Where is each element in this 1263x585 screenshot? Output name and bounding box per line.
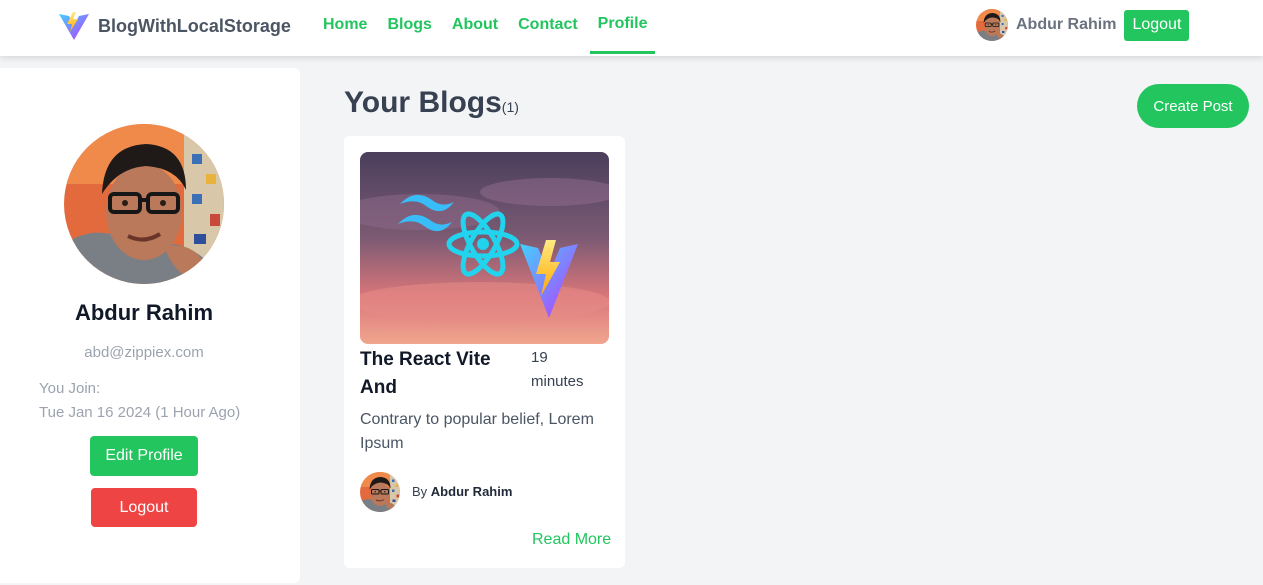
top-navbar: BlogWithLocalStorage Home Blogs About Co… bbox=[0, 0, 1263, 56]
nav-username: Abdur Rahim bbox=[1016, 16, 1117, 33]
main-nav: Home Blogs About Contact Profile bbox=[323, 0, 675, 56]
read-more-link[interactable]: Read More bbox=[532, 531, 611, 549]
profile-email: abd@zippiex.com bbox=[84, 344, 204, 361]
blog-cover-icon bbox=[360, 152, 609, 344]
nav-link-blogs[interactable]: Blogs bbox=[387, 0, 431, 56]
blog-read-time: 19 minutes bbox=[531, 349, 584, 390]
edit-profile-button[interactable]: Edit Profile bbox=[90, 436, 198, 476]
profile-avatar bbox=[64, 124, 224, 284]
join-date: Tue Jan 16 2024 (1 Hour Ago) bbox=[39, 404, 241, 421]
brand[interactable]: BlogWithLocalStorage bbox=[58, 10, 291, 42]
profile-photo-icon bbox=[64, 124, 224, 284]
profile-logout-button[interactable]: Logout bbox=[91, 488, 197, 527]
nav-logout-button[interactable]: Logout bbox=[1124, 9, 1190, 41]
profile-card: Abdur Rahim abd@zippiex.com You Join: Tu… bbox=[0, 68, 300, 583]
join-label: You Join: bbox=[39, 380, 101, 397]
page-title: Your Blogs(1) bbox=[344, 86, 519, 120]
nav-link-about[interactable]: About bbox=[452, 0, 498, 56]
profile-name: Abdur Rahim bbox=[74, 300, 214, 325]
author-avatar bbox=[360, 472, 400, 512]
author-photo-icon bbox=[360, 472, 400, 512]
blog-title[interactable]: The React Vite And bbox=[360, 346, 510, 402]
nav-link-contact[interactable]: Contact bbox=[518, 0, 578, 56]
create-post-button[interactable]: Create Post bbox=[1137, 84, 1249, 128]
blog-cover-image[interactable] bbox=[360, 152, 609, 344]
blog-card: The React Vite And 19 minutes Contrary t… bbox=[344, 136, 625, 568]
vite-logo-icon bbox=[59, 12, 89, 40]
author-prefix: By bbox=[412, 484, 428, 499]
page-title-text: Your Blogs bbox=[344, 86, 502, 119]
nav-user-menu: Abdur Rahim Logout bbox=[976, 9, 1190, 41]
nav-link-home[interactable]: Home bbox=[323, 0, 367, 56]
author-line: By Abdur Rahim bbox=[412, 484, 512, 499]
author-name: Abdur Rahim bbox=[430, 484, 513, 499]
nav-link-profile[interactable]: Profile bbox=[589, 0, 656, 56]
avatar[interactable] bbox=[976, 9, 1008, 41]
user-photo-icon bbox=[976, 9, 1008, 41]
brand-name: BlogWithLocalStorage bbox=[98, 15, 291, 36]
blog-count-badge: (1) bbox=[501, 99, 519, 115]
blog-excerpt: Contrary to popular belief, Lorem Ipsum bbox=[360, 411, 594, 452]
